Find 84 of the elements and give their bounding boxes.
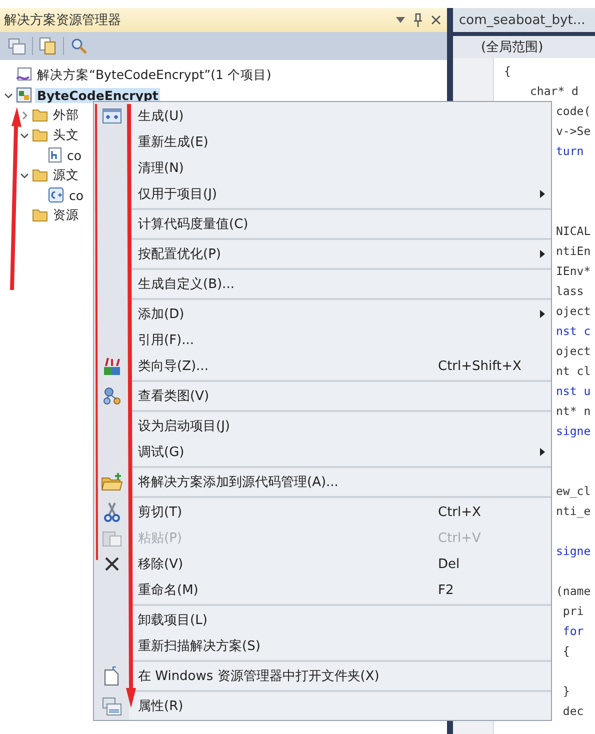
code-line: NICAL [556, 223, 591, 240]
menu-item[interactable]: 生成(U) [94, 103, 551, 129]
menu-item[interactable]: 添加(D) [94, 301, 551, 327]
tree-item[interactable]: 解决方案“ByteCodeEncrypt”(1 个项目) [35, 66, 274, 84]
code-line: nt* n [556, 403, 591, 420]
folder-icon [100, 472, 122, 492]
project-icon [16, 87, 32, 103]
folder-icon [32, 168, 48, 182]
close-icon [104, 556, 120, 572]
menu-item[interactable]: 按配置优化(P) [94, 241, 551, 267]
folder-icon [32, 108, 48, 122]
code-line: nst c [556, 323, 591, 340]
menu-item[interactable]: 重新扫描解决方案(S) [94, 633, 551, 659]
code-line: oject [556, 303, 591, 320]
menu-item[interactable]: 将解决方案添加到源代码管理(A)... [94, 469, 551, 495]
tree-item[interactable]: 源文 [51, 166, 81, 184]
code-line: for [562, 623, 584, 640]
folder-icon [32, 128, 48, 142]
menu-item[interactable]: 在 Windows 资源管理器中打开文件夹(X) [94, 663, 551, 689]
scope-dropdown[interactable]: (全局范围) [453, 36, 595, 58]
chevron-down-icon[interactable] [20, 170, 28, 180]
menu-item[interactable]: 类向导(Z)... Ctrl+Shift+X [94, 353, 551, 379]
code-line: dec [562, 703, 584, 720]
panel-title: 解决方案资源管理器 [4, 12, 122, 29]
code-line: ntiEn [556, 243, 591, 260]
code-line: { [504, 63, 511, 80]
menu-item[interactable]: 设为启动项目(J) [94, 413, 551, 439]
tree-item[interactable]: 外部 [51, 106, 81, 124]
code-line: lass [556, 283, 584, 300]
document-icon [104, 666, 120, 686]
diagram-icon [102, 386, 122, 406]
header-file-icon [48, 147, 62, 163]
code-line: nt cl [556, 363, 591, 380]
code-line: ew_cl [556, 483, 591, 500]
close-icon[interactable] [431, 15, 441, 25]
menu-item[interactable]: 移除(V) Del [94, 551, 551, 577]
pin-icon[interactable] [413, 13, 423, 27]
chevron-down-icon[interactable] [20, 130, 28, 140]
code-line: oject [556, 343, 591, 360]
code-line: v->Se [556, 123, 591, 140]
menu-item[interactable]: 卸载项目(L) [94, 607, 551, 633]
code-line: char* d [530, 83, 578, 100]
menu-item[interactable]: 清理(N) [94, 155, 551, 181]
menu-item[interactable]: 仅用于项目(J) [94, 181, 551, 207]
folder-icon [32, 208, 48, 222]
class-wizard-icon [102, 356, 122, 376]
code-line: code( [556, 103, 591, 120]
menu-item[interactable]: 重新生成(E) [94, 129, 551, 155]
code-line: nst u [556, 383, 591, 400]
chevron-down-icon[interactable] [4, 90, 12, 100]
menu-item[interactable]: 重命名(M) F2 [94, 577, 551, 603]
dropdown-icon[interactable] [396, 17, 405, 23]
paste-icon [102, 529, 122, 547]
editor-tab[interactable]: com_seaboat_byt... [453, 8, 595, 32]
solution-icon [16, 67, 32, 83]
properties-icon [102, 696, 122, 716]
menu-item[interactable]: 属性(R) [94, 693, 551, 719]
tree-item[interactable]: ByteCodeEncrypt [35, 88, 160, 102]
menu-item[interactable]: 调试(G) [94, 439, 551, 465]
code-line: IEnv* [556, 263, 591, 280]
code-line: } [562, 683, 570, 700]
tree-item[interactable]: 头文 [51, 126, 81, 144]
menu-item[interactable]: 查看类图(V) [94, 383, 551, 409]
code-line: pri [562, 603, 584, 620]
chevron-right-icon[interactable] [20, 110, 28, 120]
menu-item[interactable]: 计算代码度量值(C) [94, 211, 551, 237]
menu-item[interactable]: 生成自定义(B)... [94, 271, 551, 297]
properties-icon[interactable] [8, 37, 26, 55]
tree-item[interactable]: 资源 [51, 206, 81, 224]
tree-item[interactable]: co [65, 148, 84, 162]
build-icon [102, 108, 122, 124]
search-icon[interactable] [70, 37, 88, 55]
code-line: turn [556, 143, 584, 160]
code-line: signe [556, 423, 591, 440]
code-line: nti_e [556, 503, 591, 520]
menu-item[interactable]: 引用(F)... [94, 327, 551, 353]
copy-icon[interactable] [39, 37, 57, 55]
tree-item[interactable]: co [67, 188, 86, 202]
cpp-file-icon [48, 187, 64, 203]
code-line: (name [556, 583, 591, 600]
menu-item[interactable]: 剪切(T) Ctrl+X [94, 499, 551, 525]
code-line: signe [556, 543, 591, 560]
scissors-icon [104, 502, 120, 522]
code-line: { [562, 643, 570, 660]
